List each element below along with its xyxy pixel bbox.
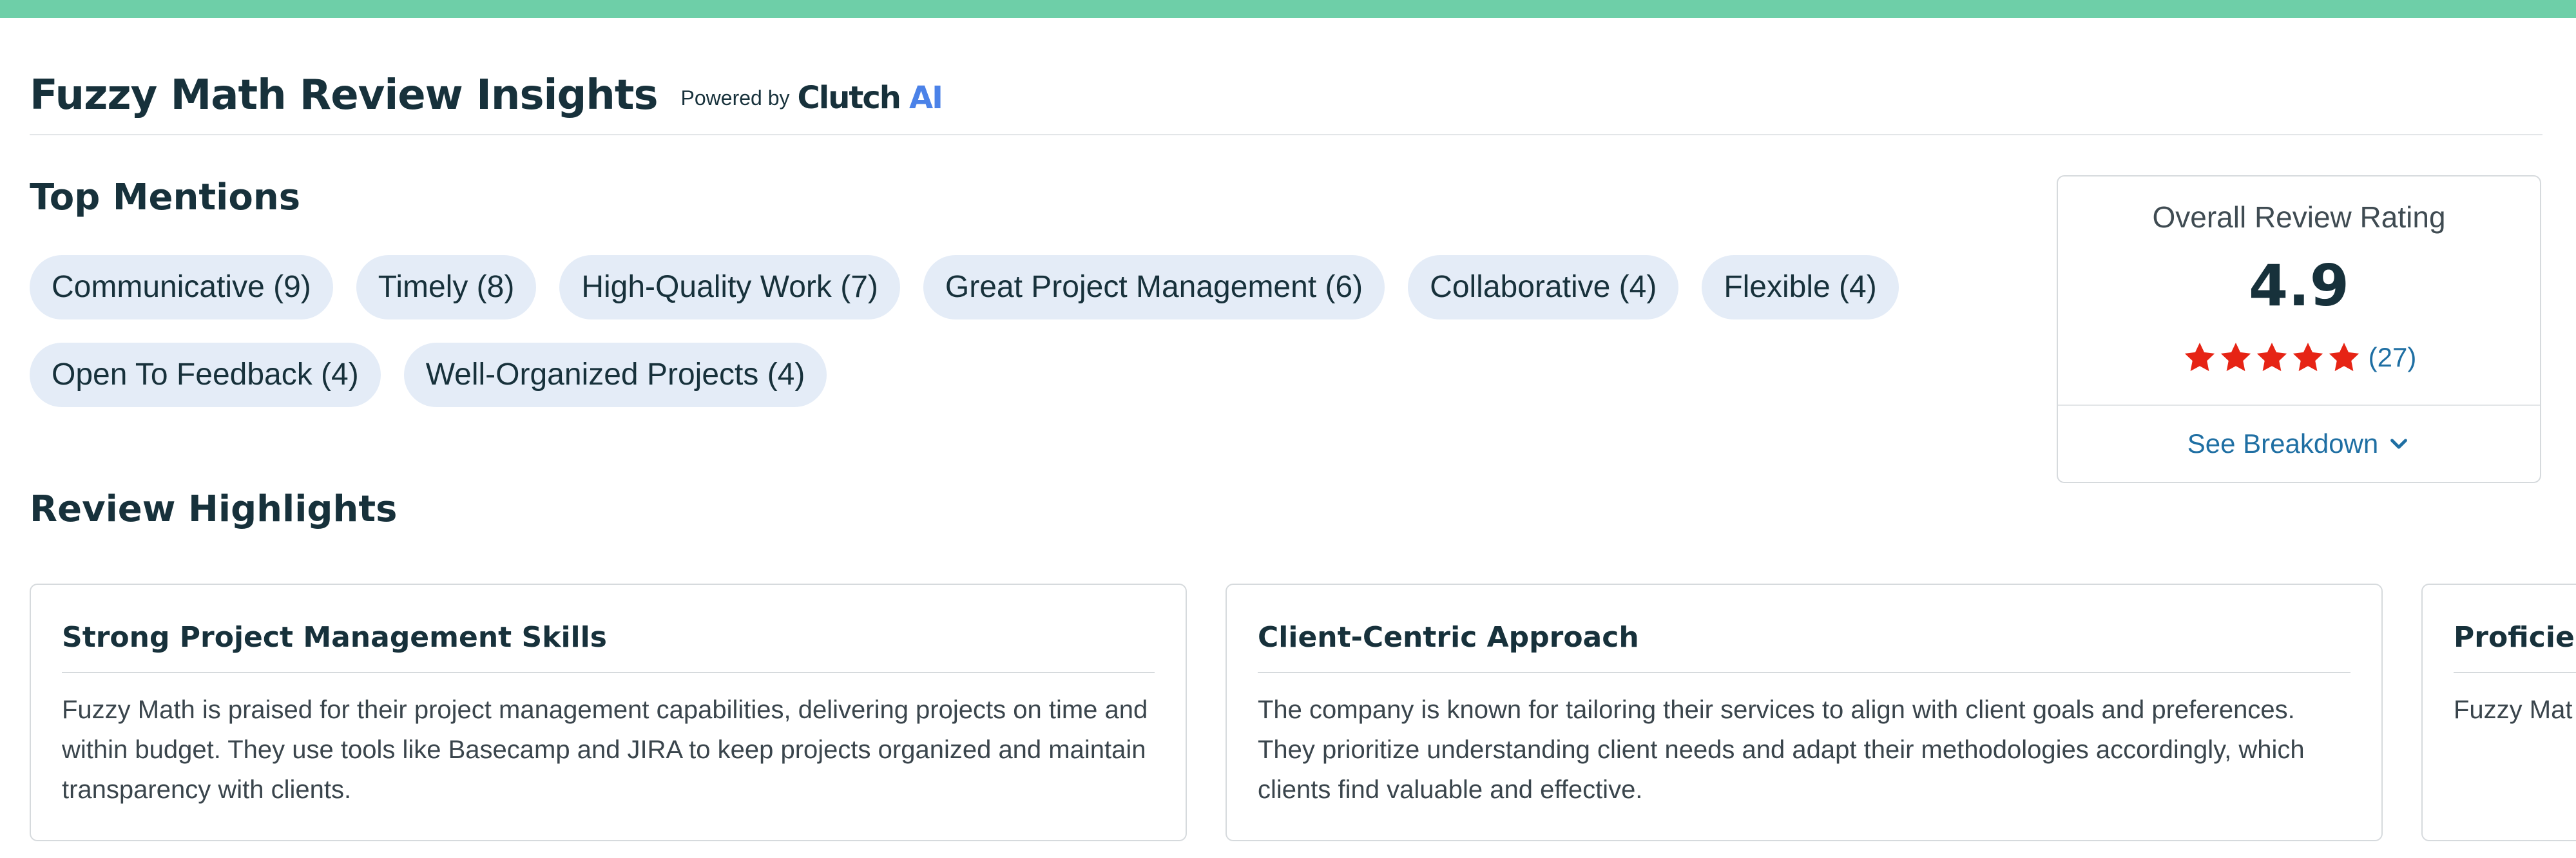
mention-chip-timely[interactable]: Timely (8): [356, 255, 537, 319]
insights-header: Fuzzy Math Review Insights Powered by Cl…: [30, 57, 2542, 135]
highlight-card-title: Strong Project Management Skills: [62, 621, 1155, 673]
star-icon: [2329, 343, 2359, 372]
clutch-ai-logo: Clutch AI: [797, 80, 943, 116]
mention-chip-communicative[interactable]: Communicative (9): [30, 255, 333, 319]
review-count-link[interactable]: (27): [2369, 342, 2417, 373]
logo-ai: AI: [908, 80, 943, 116]
highlight-card-body: Fuzzy Math is praised for their project …: [62, 696, 1148, 804]
powered-by-label: Powered by: [680, 86, 790, 110]
mention-chip-well-organized-projects[interactable]: Well-Organized Projects (4): [403, 343, 827, 407]
review-insights-page: Fuzzy Math Review Insights Powered by Cl…: [0, 18, 2576, 858]
rating-label: Overall Review Rating: [2152, 200, 2446, 234]
star-icon: [2184, 343, 2215, 372]
highlight-cards: Strong Project Management Skills Fuzzy M…: [30, 584, 2576, 841]
logo-word: Clutch: [797, 80, 901, 116]
highlight-card: Strong Project Management Skills Fuzzy M…: [30, 584, 1187, 841]
mention-chip-flexible[interactable]: Flexible (4): [1702, 255, 1899, 319]
review-highlights-title: Review Highlights: [30, 488, 398, 530]
highlight-card-title: Client-Centric Approach: [1258, 621, 2350, 673]
star-icon: [2256, 343, 2287, 372]
powered-by: Powered by Clutch AI: [680, 80, 943, 116]
mention-chips: Communicative (9) Timely (8) High-Qualit…: [30, 255, 1937, 407]
mention-chip-collaborative[interactable]: Collaborative (4): [1408, 255, 1679, 319]
mention-chip-high-quality-work[interactable]: High-Quality Work (7): [559, 255, 900, 319]
top-accent-bar: [0, 0, 2576, 18]
chevron-down-icon: [2390, 439, 2408, 449]
see-breakdown-label: See Breakdown: [2187, 428, 2379, 459]
mention-chip-great-project-management[interactable]: Great Project Management (6): [923, 255, 1385, 319]
highlight-card-body: Fuzzy Mat Their exper developme: [2454, 696, 2576, 724]
star-icon: [2220, 343, 2251, 372]
highlight-card: Proficien Fuzzy Mat Their exper developm…: [2421, 584, 2576, 841]
highlight-card: Client-Centric Approach The company is k…: [1226, 584, 2383, 841]
highlight-card-title: Proficien: [2454, 621, 2576, 673]
rating-stars: (27): [2058, 340, 2540, 375]
overall-rating-card: Overall Review Rating 4.9 (27) See Break…: [2057, 175, 2541, 483]
mention-chip-open-to-feedback[interactable]: Open To Feedback (4): [30, 343, 381, 407]
highlight-card-body: The company is known for tailoring their…: [1258, 696, 2305, 804]
see-breakdown-button[interactable]: See Breakdown: [2058, 405, 2540, 483]
star-icon: [2292, 343, 2323, 372]
rating-value: 4.9: [2249, 253, 2349, 319]
top-mentions-title: Top Mentions: [30, 176, 301, 218]
page-title: Fuzzy Math Review Insights: [30, 72, 658, 119]
